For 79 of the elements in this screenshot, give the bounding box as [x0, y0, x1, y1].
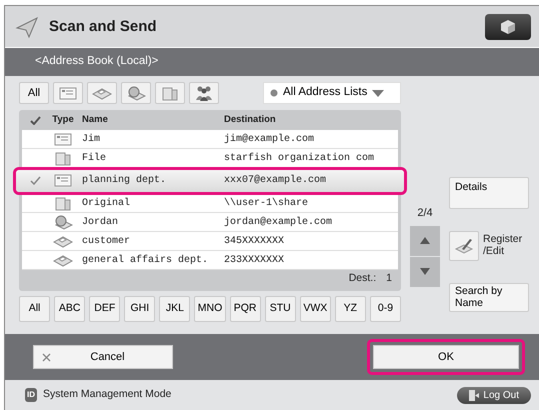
fax-machine-icon — [53, 253, 73, 267]
filter-button[interactable] — [189, 82, 219, 104]
dest-label: Dest.: — [348, 271, 376, 286]
name-cell: Jordan — [82, 216, 118, 228]
paper-plane-icon — [15, 14, 39, 38]
cube-icon — [500, 18, 516, 34]
register-edit-label[interactable]: Register /Edit — [483, 234, 522, 258]
destination-cell: 233XXXXXXX — [224, 254, 284, 266]
caret-icon — [372, 90, 384, 96]
letter-tab[interactable]: All — [19, 296, 50, 322]
name-cell: Jim — [82, 134, 100, 144]
server-icon — [54, 196, 72, 210]
window-title: Scan and Send — [49, 18, 158, 36]
register-edit-button[interactable] — [449, 231, 479, 261]
letter-tab[interactable]: GHI — [124, 296, 156, 322]
card-icon — [54, 132, 72, 146]
mode-label: System Management Mode — [43, 387, 172, 402]
cube-button[interactable] — [485, 14, 531, 40]
address-book-title: <Address Book (Local)> — [35, 54, 158, 70]
filter-all-button[interactable]: All — [19, 82, 49, 104]
letter-tab[interactable]: ABC — [54, 296, 86, 322]
id-badge: ID — [25, 388, 37, 402]
scroll-up-button[interactable] — [410, 226, 440, 256]
details-button[interactable]: Details — [449, 177, 529, 209]
column-header: Name — [82, 114, 108, 125]
name-cell: File — [82, 152, 106, 164]
dest-count: 1 — [386, 271, 392, 286]
letter-tab[interactable]: VWX — [300, 296, 331, 322]
letter-tab[interactable]: MNO — [194, 296, 226, 322]
search-by-name-button[interactable]: Search by Name — [449, 283, 529, 312]
letter-tab[interactable]: PQR — [230, 296, 261, 322]
letter-tab[interactable]: DEF — [89, 296, 120, 322]
fax-machine-icon — [92, 86, 112, 100]
letter-tab[interactable]: STU — [264, 296, 296, 322]
destination-cell: jordan@example.com — [224, 216, 332, 228]
door-icon — [469, 390, 480, 400]
column-header: Destination — [224, 114, 276, 125]
card-icon — [59, 86, 77, 100]
letter-tab[interactable]: JKL — [159, 296, 190, 322]
people-icon — [194, 85, 214, 101]
fax-machine-icon — [53, 234, 73, 248]
globe-fax-icon — [126, 86, 146, 100]
address-row[interactable]: general affairs dept. 233XXXXXXX — [22, 251, 398, 270]
filter-button[interactable] — [121, 82, 151, 104]
letter-tab[interactable]: 0-9 — [370, 296, 402, 322]
pen-icon — [454, 237, 474, 255]
card-icon — [54, 174, 72, 187]
up-arrow-icon — [420, 237, 430, 244]
destination-cell: \\user-1\share — [224, 198, 308, 208]
name-cell: customer — [82, 236, 130, 246]
ok-button[interactable]: OK — [373, 345, 519, 369]
dot-icon — [270, 89, 278, 97]
globe-fax-icon — [53, 214, 73, 230]
name-cell: planning dept. — [82, 175, 166, 186]
checkmark-icon — [30, 116, 40, 124]
address-row[interactable]: Original \\user-1\share — [22, 194, 398, 213]
logout-button[interactable]: Log Out — [457, 386, 531, 404]
column-header: Type — [52, 112, 74, 127]
destination-cell: 345XXXXXXX — [224, 236, 284, 246]
address-row[interactable]: Jim jim@example.com — [22, 130, 398, 149]
server-icon — [161, 86, 179, 100]
page-indicator: 2/4 — [417, 206, 433, 221]
scroll-down-button[interactable] — [410, 256, 440, 286]
down-arrow-icon — [420, 268, 430, 275]
cancel-button[interactable]: Cancel — [33, 345, 173, 369]
name-cell: general affairs dept. — [82, 254, 208, 266]
close-icon — [42, 352, 51, 362]
address-row[interactable]: Jordan jordan@example.com — [22, 213, 398, 232]
address-row[interactable]: planning dept. xxx07@example.com — [16, 170, 404, 192]
filter-button[interactable] — [87, 82, 117, 104]
name-cell: Original — [82, 198, 130, 208]
address-list-dropdown[interactable]: All Address Lists — [263, 82, 401, 104]
destination-cell: xxx07@example.com — [224, 175, 326, 186]
destination-cell: jim@example.com — [224, 134, 314, 144]
server-icon — [54, 150, 72, 166]
letter-tab[interactable]: YZ — [334, 296, 366, 322]
checkmark-icon — [30, 176, 40, 185]
destination-cell: starfish organization com — [224, 152, 374, 164]
address-row[interactable]: customer 345XXXXXXX — [22, 232, 398, 251]
